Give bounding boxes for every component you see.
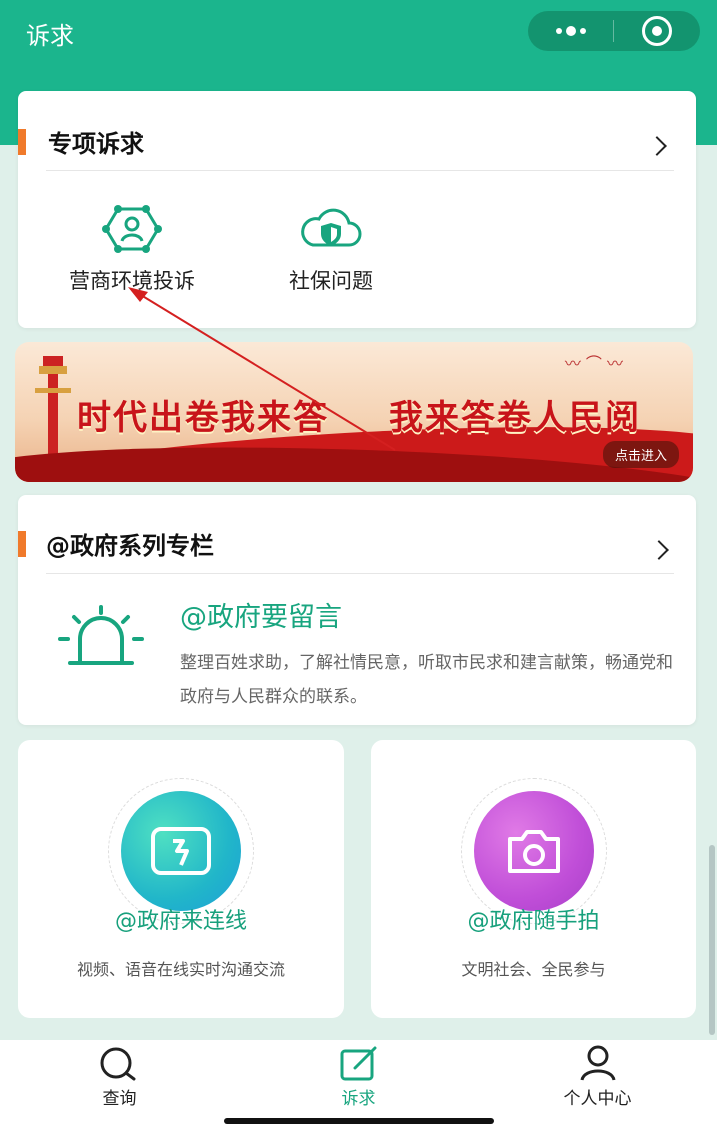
scrollbar-thumb[interactable] bbox=[709, 845, 715, 1035]
tile-subtitle: 视频、语音在线实时沟通交流 bbox=[76, 960, 285, 979]
tile-video-call[interactable]: @政府来连线 视频、语音在线实时沟通交流 bbox=[18, 740, 344, 1018]
user-icon bbox=[580, 1045, 616, 1081]
home-indicator bbox=[224, 1118, 494, 1124]
gov-feature-title: @政府要留言 bbox=[180, 602, 342, 633]
video-call-icon bbox=[121, 791, 241, 911]
search-chat-icon bbox=[100, 1047, 136, 1081]
tile-subtitle: 文明社会、全民参与 bbox=[461, 960, 606, 979]
camera-icon bbox=[473, 791, 594, 911]
gov-series-card: @政府系列专栏 @政府要留言 整理百姓求助，了解社情民意，听取市民求和建言献策，… bbox=[18, 495, 696, 725]
tile-title: @政府来连线 bbox=[114, 909, 247, 934]
gov-feature-desc: 整理百姓求助，了解社情民意，听取市民求和建言献策，畅通党和政府与人民群众的联系。 bbox=[180, 653, 673, 707]
alarm-light-icon bbox=[58, 605, 144, 665]
tab-label: 诉求 bbox=[341, 1089, 376, 1109]
gov-series-title: @政府系列专栏 bbox=[46, 532, 214, 560]
tile-title: @政府随手拍 bbox=[467, 909, 600, 934]
tab-label: 个人中心 bbox=[563, 1089, 632, 1109]
tab-label: 查询 bbox=[102, 1089, 137, 1109]
gov-feature[interactable]: @政府要留言 整理百姓求助，了解社情民意，听取市民求和建言献策，畅通党和政府与人… bbox=[180, 595, 676, 714]
divider bbox=[46, 573, 674, 574]
tab-profile[interactable]: 个人中心 bbox=[478, 1040, 717, 1133]
section-marker bbox=[18, 531, 26, 557]
tab-query[interactable]: 查询 bbox=[0, 1040, 239, 1133]
chevron-right-icon[interactable] bbox=[649, 540, 669, 560]
edit-icon bbox=[340, 1046, 377, 1081]
tile-photo-report[interactable]: @政府随手拍 文明社会、全民参与 bbox=[371, 740, 696, 1018]
